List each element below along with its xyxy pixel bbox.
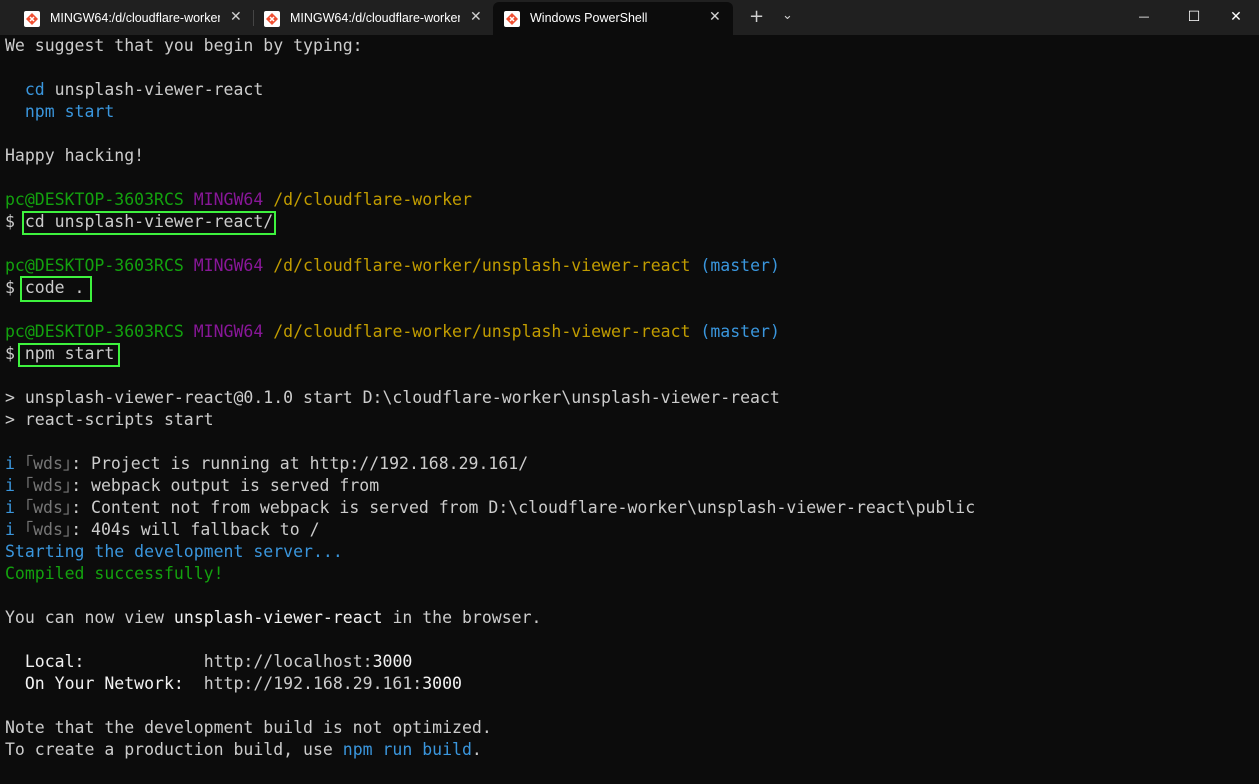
terminal-line: > unsplash-viewer-react@0.1.0 start D:\c… [5, 388, 780, 407]
title-bar: MINGW64:/d/cloudflare-worker ✕ MINGW64:/… [0, 0, 1259, 35]
mingw-icon [24, 11, 40, 27]
terminal-line: Starting the development server... [5, 542, 343, 561]
tab-mingw64-1[interactable]: MINGW64:/d/cloudflare-worker ✕ [0, 2, 252, 35]
terminal-line: i ｢wds｣: webpack output is served from [5, 476, 380, 495]
terminal-line: To create a production build, use npm ru… [5, 740, 482, 759]
tab-windows-powershell[interactable]: Windows PowerShell ✕ [493, 2, 733, 35]
terminal-line: On Your Network: http://192.168.29.161:3… [5, 674, 462, 693]
terminal-line: i ｢wds｣: Project is running at http://19… [5, 454, 529, 473]
maximize-button[interactable]: ☐ [1171, 0, 1217, 33]
terminal-line: npm start [24, 102, 115, 121]
prompt-line: pc@DESKTOP-3603RCS MINGW64 /d/cloudflare… [5, 256, 780, 275]
highlight-box [22, 211, 276, 235]
terminal-line: You can now view unsplash-viewer-react i… [5, 608, 542, 627]
close-icon[interactable]: ✕ [709, 9, 721, 25]
tab-label: MINGW64:/d/cloudflare-worker [50, 11, 220, 25]
close-icon[interactable]: ✕ [470, 9, 482, 25]
prompt-line: pc@DESKTOP-3603RCS MINGW64 /d/cloudflare… [5, 322, 780, 341]
close-icon[interactable]: ✕ [230, 9, 242, 25]
terminal-output[interactable]: We suggest that you begin by typing: cd … [0, 35, 1259, 784]
highlight-box [18, 343, 120, 367]
tab-mingw64-2[interactable]: MINGW64:/d/cloudflare-worker ✕ [254, 2, 492, 35]
chevron-down-icon[interactable]: ⌄ [782, 8, 793, 23]
terminal-line: cd unsplash-viewer-react [24, 80, 264, 99]
terminal-line: We suggest that you begin by typing: [5, 36, 363, 55]
highlight-box [20, 276, 92, 302]
terminal-line: Happy hacking! [5, 146, 145, 165]
terminal-line: Compiled successfully! [5, 564, 224, 583]
prompt-line: pc@DESKTOP-3603RCS MINGW64 /d/cloudflare… [5, 190, 472, 209]
tab-label: MINGW64:/d/cloudflare-worker [290, 11, 460, 25]
new-tab-button[interactable]: + [749, 6, 764, 27]
terminal-line: Note that the development build is not o… [5, 718, 492, 737]
tab-label: Windows PowerShell [530, 11, 648, 25]
mingw-icon [264, 11, 280, 27]
close-button[interactable]: ✕ [1213, 0, 1259, 33]
terminal-line: Local: http://localhost:3000 [5, 652, 413, 671]
terminal-line: i ｢wds｣: Content not from webpack is ser… [5, 498, 976, 517]
minimize-button[interactable]: — [1121, 0, 1167, 33]
powershell-icon [504, 11, 520, 27]
terminal-line: > react-scripts start [5, 410, 214, 429]
terminal-line: i ｢wds｣: 404s will fallback to / [5, 520, 320, 539]
